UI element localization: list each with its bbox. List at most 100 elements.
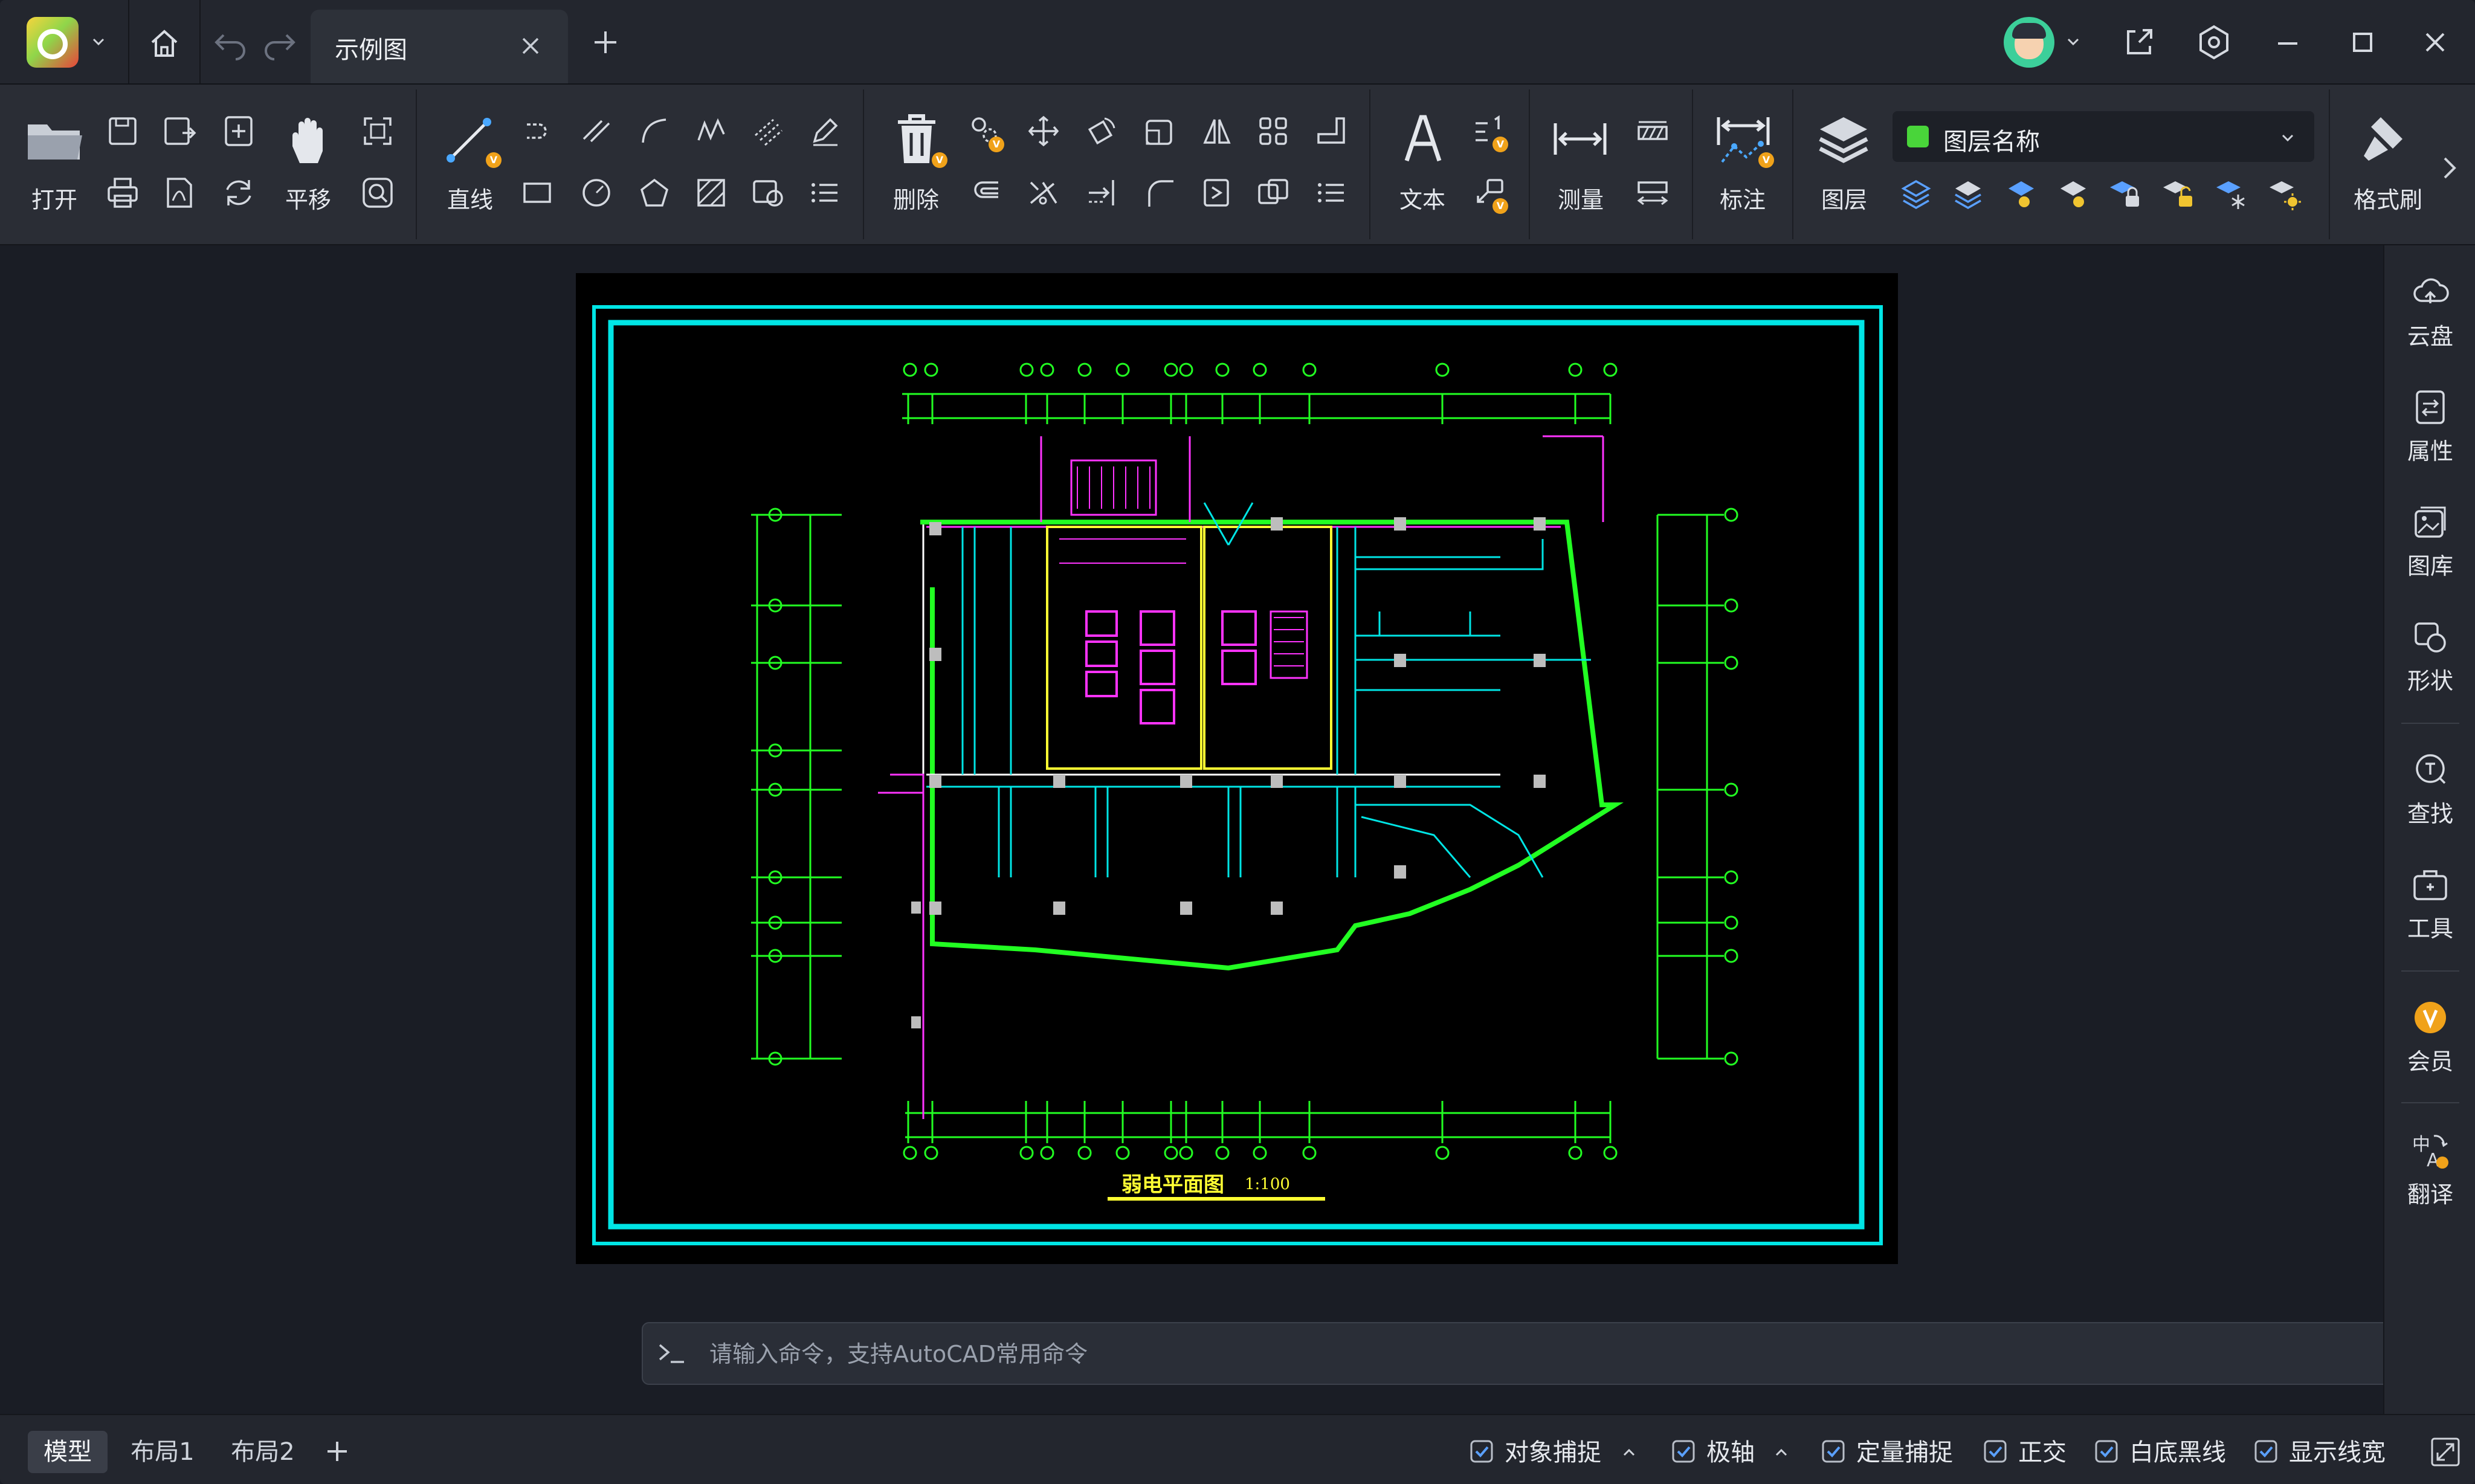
polar-toggle[interactable]: 极轴	[1671, 1436, 1780, 1469]
refresh-icon[interactable]	[220, 174, 257, 211]
trim-icon[interactable]	[1025, 174, 1062, 211]
layer-isolate-icon[interactable]	[1897, 175, 1935, 213]
avatar[interactable]	[2004, 17, 2054, 68]
layer-match-icon[interactable]	[1949, 175, 1987, 213]
home-icon[interactable]	[143, 22, 186, 65]
app-logo-icon[interactable]	[27, 17, 79, 68]
checkbox-checked-icon[interactable]	[2254, 1439, 2278, 1463]
distance-measure-icon[interactable]	[1634, 174, 1671, 211]
cloud-icon	[2413, 278, 2449, 303]
layer-dropdown[interactable]: 图层名称	[1893, 111, 2314, 162]
new-file-icon[interactable]	[220, 112, 257, 150]
parallel-line-icon[interactable]	[578, 112, 615, 150]
ortho-toggle[interactable]: 正交	[1983, 1436, 2086, 1469]
checkbox-checked-icon[interactable]	[2094, 1439, 2118, 1463]
find-label: 查找	[2407, 801, 2453, 827]
hatch-stroke-icon[interactable]	[749, 112, 787, 150]
layer-freeze-icon[interactable]	[2214, 175, 2251, 213]
polyline-icon[interactable]	[518, 112, 556, 150]
move-icon[interactable]	[1025, 112, 1062, 150]
show-lineweight-toggle[interactable]: 显示线宽	[2254, 1436, 2411, 1469]
block-icon[interactable]	[749, 174, 787, 211]
list-more-icon[interactable]	[806, 174, 844, 211]
chevron-right-icon[interactable]	[2433, 144, 2467, 192]
save-icon[interactable]	[104, 112, 141, 150]
add-layout-icon[interactable]	[321, 1436, 353, 1467]
extend-icon[interactable]	[1083, 174, 1120, 211]
measure-icon[interactable]	[1547, 109, 1613, 169]
list-more-icon[interactable]	[1312, 174, 1350, 211]
checkbox-checked-icon[interactable]	[1983, 1439, 2007, 1463]
maximize-icon[interactable]	[2341, 21, 2384, 64]
zoom-window-icon[interactable]	[359, 174, 396, 211]
layer-lock-icon[interactable]	[2108, 175, 2145, 213]
member-button[interactable]: 会员	[2384, 982, 2475, 1085]
settings-icon[interactable]	[2192, 21, 2236, 64]
redo-icon[interactable]	[260, 27, 298, 60]
area-measure-icon[interactable]	[1634, 112, 1671, 150]
circle-icon[interactable]	[578, 174, 615, 211]
fullscreen-icon[interactable]	[2429, 1436, 2462, 1468]
undo-icon[interactable]	[211, 27, 250, 60]
arc-icon[interactable]	[636, 112, 673, 150]
tab-layout2[interactable]: 布局2	[221, 1431, 305, 1473]
format-painter-icon[interactable]	[2351, 109, 2417, 169]
tab-model[interactable]: 模型	[28, 1431, 108, 1473]
layer-on-icon[interactable]	[2054, 175, 2092, 213]
quant-snap-toggle[interactable]: 定量捕捉	[1821, 1436, 1978, 1469]
array-icon[interactable]	[1254, 112, 1292, 150]
offset-icon[interactable]	[967, 174, 1004, 211]
chevron-up-icon[interactable]	[1773, 1444, 1790, 1461]
chevron-down-icon[interactable]	[2065, 34, 2081, 50]
object-snap-toggle[interactable]: 对象捕捉	[1470, 1436, 1621, 1469]
tools-button[interactable]: 工具	[2384, 850, 2475, 952]
find-button[interactable]: 查找	[2384, 735, 2475, 837]
rotate-icon[interactable]	[1083, 112, 1120, 150]
hatch-icon[interactable]	[692, 174, 730, 211]
pdf-export-icon[interactable]	[161, 174, 198, 211]
spline-icon[interactable]	[692, 112, 730, 150]
layers-icon[interactable]	[1810, 109, 1877, 169]
translate-button[interactable]: 中A 翻译	[2384, 1115, 2475, 1218]
close-window-icon[interactable]	[2413, 21, 2457, 64]
gallery-button[interactable]: 图库	[2384, 487, 2475, 590]
cloud-button[interactable]: 云盘	[2384, 257, 2475, 360]
properties-button[interactable]: 属性	[2384, 372, 2475, 475]
top-dimensions	[902, 393, 1612, 424]
stretch-icon[interactable]	[1312, 112, 1350, 150]
white-black-toggle[interactable]: 白底黑线	[2094, 1436, 2249, 1469]
close-icon[interactable]	[517, 33, 544, 59]
open-folder-icon[interactable]	[22, 109, 88, 169]
chevron-down-icon[interactable]	[91, 34, 106, 50]
layer-off-icon[interactable]	[2002, 175, 2040, 213]
checkbox-checked-icon[interactable]	[1671, 1439, 1696, 1463]
command-bar[interactable]	[642, 1322, 2438, 1385]
print-icon[interactable]	[104, 174, 141, 211]
hand-pan-icon[interactable]	[276, 111, 342, 172]
checkbox-checked-icon[interactable]	[1821, 1439, 1845, 1463]
drawing-canvas[interactable]: 弱电平面图 1:100	[0, 245, 2438, 1414]
fillet-icon[interactable]	[1141, 174, 1178, 211]
plus-icon[interactable]	[587, 24, 624, 60]
polygon-icon[interactable]	[636, 174, 673, 211]
scale-icon[interactable]	[1141, 112, 1178, 150]
share-icon[interactable]	[2117, 21, 2161, 64]
group-icon[interactable]	[1254, 174, 1292, 211]
mirror-icon[interactable]	[1198, 112, 1235, 150]
minimize-icon[interactable]	[2266, 21, 2309, 64]
tab-layout1[interactable]: 布局1	[121, 1431, 204, 1473]
checkbox-checked-icon[interactable]	[1470, 1439, 1494, 1463]
explode-icon[interactable]	[1198, 174, 1235, 211]
drawing-sheet[interactable]: 弱电平面图 1:100	[576, 273, 1898, 1264]
command-input[interactable]	[708, 1334, 2402, 1374]
zoom-extents-icon[interactable]	[359, 112, 396, 150]
chevron-up-icon[interactable]	[1621, 1444, 1638, 1461]
layer-thaw-icon[interactable]	[2267, 175, 2305, 213]
layer-unlock-icon[interactable]	[2161, 175, 2198, 213]
tab-drawing[interactable]: 示例图	[311, 10, 568, 83]
rectangle-icon[interactable]	[518, 174, 556, 211]
text-tool-icon[interactable]	[1390, 109, 1456, 169]
pencil-icon[interactable]	[806, 112, 844, 150]
save-as-icon[interactable]	[161, 112, 198, 150]
shapes-button[interactable]: 形状	[2384, 602, 2475, 705]
